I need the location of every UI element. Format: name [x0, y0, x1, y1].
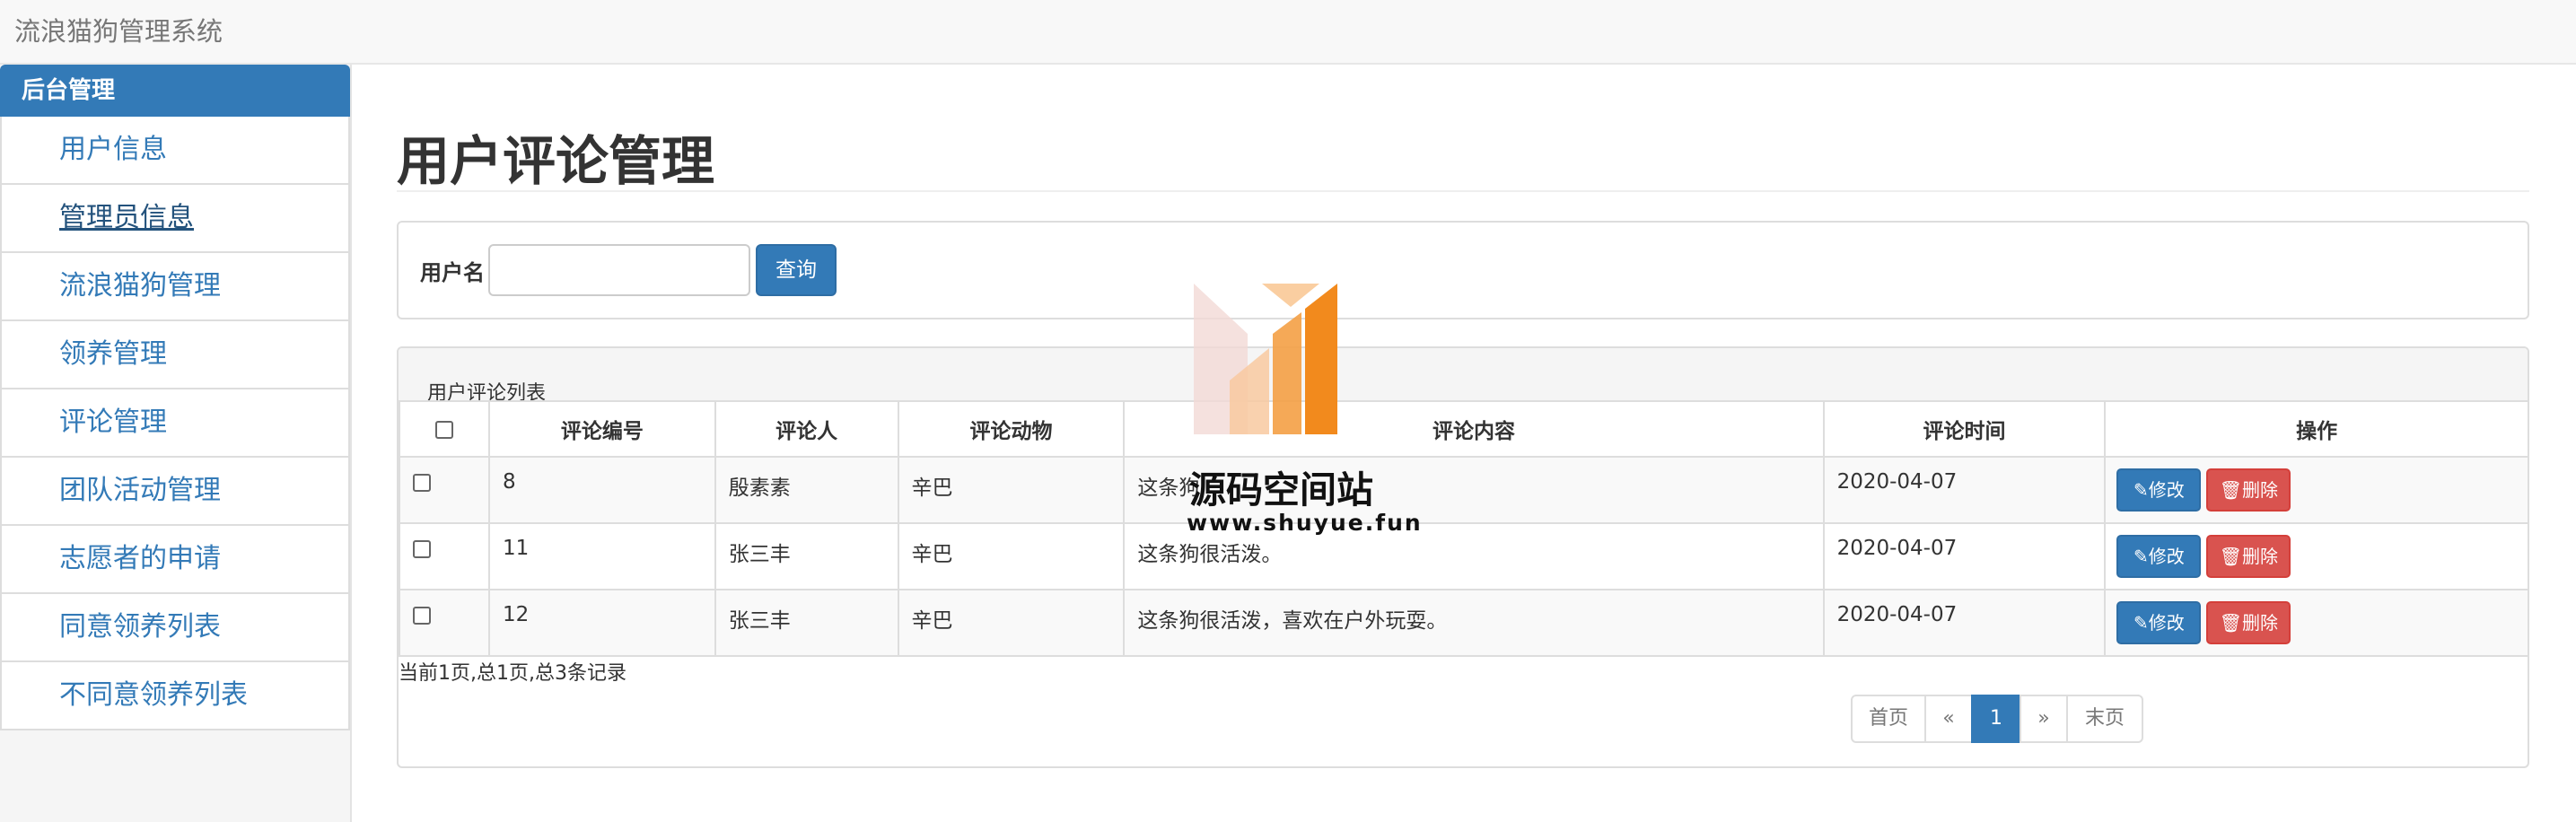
search-panel: 用户名 查询	[397, 221, 2529, 319]
delete-label: 删除	[2242, 612, 2279, 634]
delete-button[interactable]: 🗑删除	[2206, 535, 2291, 578]
pager-last[interactable]: 末页	[2066, 695, 2143, 743]
username-search-input[interactable]	[488, 244, 750, 296]
pencil-icon: ✎	[2133, 612, 2149, 634]
row-actions: ✎修改 🗑删除	[2104, 456, 2528, 524]
top-navbar: 流浪猫狗管理系统	[0, 0, 2576, 65]
select-all-cell	[399, 400, 490, 458]
sidebar-item-stray-animals[interactable]: 流浪猫狗管理	[0, 253, 350, 321]
row-checkbox[interactable]	[413, 540, 431, 558]
comment-animal: 辛巴	[897, 456, 1126, 524]
sidebar-item-user-info[interactable]: 用户信息	[0, 117, 350, 185]
edit-label: 修改	[2148, 546, 2185, 567]
comment-id: 12	[487, 589, 716, 657]
comment-list-panel: 用户评论列表 评论编号 评论人 评论动物 评论内容 评论时间 操作 8 殷素素 …	[397, 346, 2529, 768]
sidebar-item-team-activities[interactable]: 团队活动管理	[0, 458, 350, 526]
row-checkbox[interactable]	[413, 474, 431, 492]
sidebar-item-comments[interactable]: 评论管理	[0, 389, 350, 458]
row-select-cell	[399, 522, 490, 590]
comment-id: 8	[487, 456, 716, 524]
comment-user: 张三丰	[714, 522, 899, 590]
sidebar-item-adoption[interactable]: 领养管理	[0, 321, 350, 389]
trash-icon: 🗑	[2219, 546, 2243, 567]
watermark-name: 源码空间站	[1189, 468, 1373, 512]
column-header: 操作	[2104, 400, 2528, 458]
table-row: 11 张三丰 辛巴 这条狗很活泼。 2020-04-07 ✎修改 🗑删除	[399, 522, 2528, 590]
table-row: 8 殷素素 辛巴 这条狗 2020-04-07 ✎修改 🗑删除	[399, 456, 2528, 524]
table-header-row: 评论编号 评论人 评论动物 评论内容 评论时间 操作	[399, 400, 2528, 458]
main-content: 用户评论管理 用户名 查询 用户评论列表 评论编号 评论人 评论动物 评论内容 …	[352, 65, 2576, 822]
row-select-cell	[399, 456, 490, 524]
comment-user: 殷素素	[714, 456, 899, 524]
edit-button[interactable]: ✎修改	[2116, 601, 2202, 644]
app-title[interactable]: 流浪猫狗管理系统	[14, 11, 223, 48]
row-actions: ✎修改 🗑删除	[2104, 589, 2528, 657]
column-header: 评论人	[714, 400, 899, 458]
sidebar-item-rejected-adoptions[interactable]: 不同意领养列表	[0, 662, 350, 730]
sidebar-item-approved-adoptions[interactable]: 同意领养列表	[0, 594, 350, 662]
watermark-url: www.shuyue.fun	[1187, 510, 1423, 536]
column-header: 评论编号	[487, 400, 716, 458]
delete-label: 删除	[2242, 546, 2279, 567]
edit-button[interactable]: ✎修改	[2116, 535, 2202, 578]
select-all-checkbox[interactable]	[434, 420, 453, 439]
pencil-icon: ✎	[2133, 546, 2149, 567]
trash-icon: 🗑	[2219, 612, 2243, 634]
list-panel-heading: 用户评论列表	[399, 348, 2528, 405]
column-header: 评论时间	[1822, 400, 2107, 458]
comment-time: 2020-04-07	[1822, 522, 2107, 590]
pager-next[interactable]: »	[2020, 695, 2068, 743]
pagination: 首页 « 1 » 末页	[1851, 695, 2143, 743]
sidebar-header: 后台管理	[0, 65, 350, 117]
search-label: 用户名	[420, 260, 485, 285]
comment-table: 评论编号 评论人 评论动物 评论内容 评论时间 操作 8 殷素素 辛巴 这条狗 …	[399, 400, 2528, 657]
comment-id: 11	[487, 522, 716, 590]
pager-prev[interactable]: «	[1924, 695, 1973, 743]
sidebar-item-volunteer-applications[interactable]: 志愿者的申请	[0, 526, 350, 594]
page-title: 用户评论管理	[397, 130, 715, 192]
pager-current[interactable]: 1	[1971, 695, 2021, 743]
row-select-cell	[399, 589, 490, 657]
comment-user: 张三丰	[714, 589, 899, 657]
pencil-icon: ✎	[2133, 479, 2149, 501]
delete-label: 删除	[2242, 479, 2279, 501]
column-header: 评论动物	[897, 400, 1126, 458]
title-divider	[397, 190, 2529, 192]
sidebar: 后台管理 用户信息 管理员信息 流浪猫狗管理 领养管理 评论管理 团队活动管理 …	[0, 65, 352, 822]
row-checkbox[interactable]	[413, 607, 431, 625]
sidebar-item-admin-info[interactable]: 管理员信息	[0, 185, 350, 253]
edit-button[interactable]: ✎修改	[2116, 468, 2202, 512]
pager-first[interactable]: 首页	[1851, 695, 1926, 743]
table-row: 12 张三丰 辛巴 这条狗很活泼，喜欢在户外玩耍。 2020-04-07 ✎修改…	[399, 589, 2528, 657]
comment-content: 这条狗很活泼，喜欢在户外玩耍。	[1123, 589, 1825, 657]
comment-time: 2020-04-07	[1822, 589, 2107, 657]
comment-time: 2020-04-07	[1822, 456, 2107, 524]
page-summary: 当前1页,总1页,总3条记录	[399, 662, 626, 685]
delete-button[interactable]: 🗑删除	[2206, 468, 2291, 512]
row-actions: ✎修改 🗑删除	[2104, 522, 2528, 590]
edit-label: 修改	[2148, 612, 2185, 634]
comment-animal: 辛巴	[897, 522, 1126, 590]
edit-label: 修改	[2148, 479, 2185, 501]
comment-animal: 辛巴	[897, 589, 1126, 657]
search-button[interactable]: 查询	[756, 244, 837, 296]
delete-button[interactable]: 🗑删除	[2206, 601, 2291, 644]
trash-icon: 🗑	[2219, 479, 2243, 501]
